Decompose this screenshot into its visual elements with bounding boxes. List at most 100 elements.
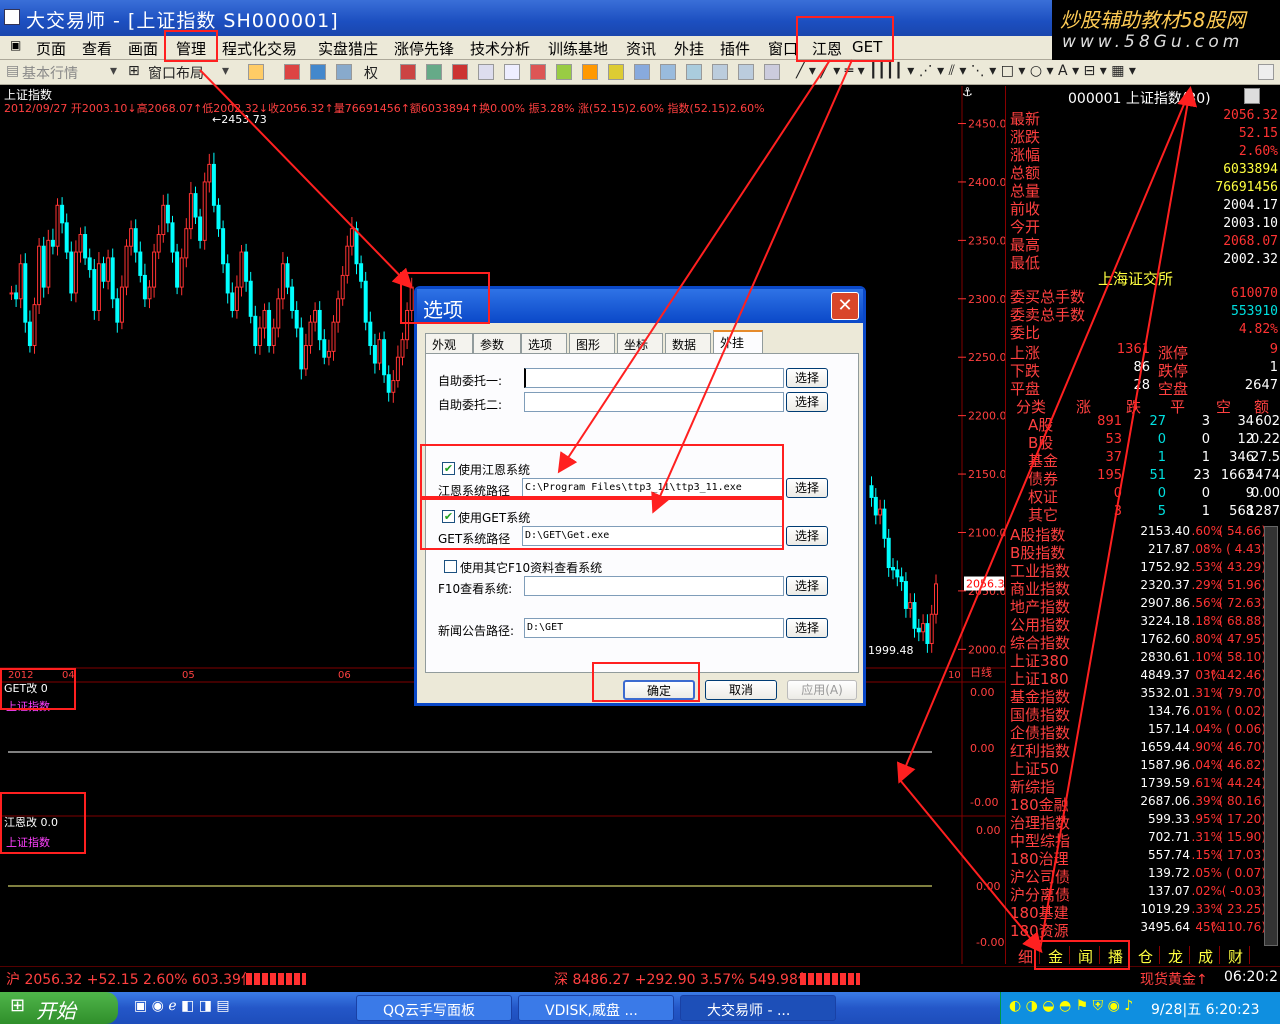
gann-checkbox-label[interactable]: 使用江恩系统 <box>458 461 530 478</box>
index-scrollbar[interactable] <box>1264 526 1278 946</box>
tool-icon-4[interactable] <box>478 64 494 80</box>
task-dajiaoyishi[interactable]: 大交易师 - ... <box>680 995 836 1021</box>
bottom-tab[interactable]: 财 <box>1222 946 1250 966</box>
menu-plugin-ext[interactable]: 外挂 <box>674 38 704 59</box>
line-tool-icon[interactable]: ╱ ▾ ╱ ▾ ═ ▾ ┃┃┃┃ ▾ ⋰ ▾ ⫽ ▾ ⋱ ▾ □ ▾ ○ ▾ A… <box>796 63 1136 79</box>
task-vdisk[interactable]: VDISK,威盘 ... <box>518 995 674 1021</box>
news-path-input[interactable]: D:\GET <box>524 618 784 638</box>
tab-coords[interactable]: 坐标 <box>617 333 663 353</box>
f10-browse-button[interactable]: 选择 <box>786 576 828 596</box>
get-path-input[interactable]: D:\GET\Get.exe <box>522 526 784 546</box>
index-row[interactable]: 中型综指 702.71.31%( 15.90) <box>1010 830 1266 850</box>
index-row[interactable]: 180资源 3495.64 45%( 110.76) <box>1010 920 1266 940</box>
chart-icon[interactable] <box>284 64 300 80</box>
get-checkbox[interactable]: ✔ <box>442 510 455 523</box>
index-row[interactable]: 国债指数 134.76.01%( 0.02) <box>1010 704 1266 724</box>
tool-icon-1[interactable] <box>400 64 416 80</box>
gear-icon[interactable] <box>608 64 624 80</box>
index-row[interactable]: 商业指数 2320.37.29%( 51.96) <box>1010 578 1266 598</box>
chevron-down-icon[interactable]: ▾ <box>110 63 117 79</box>
tool-icon-9[interactable] <box>660 64 676 80</box>
save-icon[interactable] <box>1258 64 1274 80</box>
tool-icon-10[interactable] <box>686 64 702 80</box>
menu-view[interactable]: 查看 <box>82 38 112 59</box>
tray-icons[interactable]: ◐ ◑ ◒ ◓ ⚑ ⛨ ◉ ♪ <box>1009 998 1133 1014</box>
tool-icon-12[interactable] <box>738 64 754 80</box>
tab-options[interactable]: 选项 <box>521 333 567 353</box>
gann-checkbox[interactable]: ✔ <box>442 462 455 475</box>
gold-status[interactable]: 现货黄金↑ <box>1140 969 1208 989</box>
tool-icon-8[interactable] <box>634 64 650 80</box>
tool-icon-6[interactable] <box>530 64 546 80</box>
index-row[interactable]: 沪分离债 137.07.02%( -0.03) <box>1010 884 1266 904</box>
window-icon[interactable] <box>336 64 352 80</box>
index-row[interactable]: 新综指 1739.59.61%( 44.24) <box>1010 776 1266 796</box>
menu-plugins[interactable]: 插件 <box>720 38 750 59</box>
ok-button[interactable]: 确定 <box>623 680 695 700</box>
bottom-tab[interactable]: 金 <box>1042 946 1070 966</box>
get-browse-button[interactable]: 选择 <box>786 526 828 546</box>
menu-screen[interactable]: 画面 <box>128 38 158 59</box>
index-row[interactable]: 公用指数 3224.18.18%( 68.88) <box>1010 614 1266 634</box>
f10-checkbox[interactable] <box>444 560 457 573</box>
menu-tech-analysis[interactable]: 技术分析 <box>470 38 530 59</box>
bottom-tab[interactable]: 播 <box>1102 946 1130 966</box>
bottom-tab[interactable]: 细 <box>1012 946 1040 966</box>
news-browse-button[interactable]: 选择 <box>786 618 828 638</box>
warning-icon[interactable] <box>582 64 598 80</box>
index-row[interactable]: 综合指数 1762.60.80%( 47.95) <box>1010 632 1266 652</box>
tab-params[interactable]: 参数 <box>473 333 521 353</box>
menu-realtime[interactable]: 实盘猎庄 <box>318 38 378 59</box>
bottom-tab[interactable]: 龙 <box>1162 946 1190 966</box>
gann-path-input[interactable]: C:\Program Files\ttp3_11\ttp3_11.exe <box>522 478 784 498</box>
get-checkbox-label[interactable]: 使用GET系统 <box>458 509 530 526</box>
cancel-button[interactable]: 取消 <box>705 680 777 700</box>
auto-trade2-input[interactable] <box>524 392 784 412</box>
bottom-tab[interactable]: 仓 <box>1132 946 1160 966</box>
layout-dropdown[interactable]: 窗口布局 <box>148 63 204 83</box>
open-folder-icon[interactable] <box>248 64 264 80</box>
f10-input[interactable] <box>524 576 784 596</box>
index-row[interactable]: 180治理 557.74.15%( 17.03) <box>1010 848 1266 868</box>
task-qq-handwriting[interactable]: QQ云手写面板 <box>356 995 512 1021</box>
index-row[interactable]: 180金融 2687.06.39%( 80.16) <box>1010 794 1266 814</box>
index-row[interactable]: 工业指数 1752.92.53%( 43.29) <box>1010 560 1266 580</box>
tab-plugins[interactable]: 外挂 <box>713 330 763 354</box>
index-row[interactable]: 上证380 2830.61.10%( 58.10) <box>1010 650 1266 670</box>
index-row[interactable]: A股指数 2153.40.60%( 54.66) <box>1010 524 1266 544</box>
quicklaunch-icons[interactable]: ▣ ◉ ℯ ◧ ◨ ▤ <box>134 998 230 1014</box>
crosshair-icon[interactable] <box>310 64 326 80</box>
auto-trade1-input[interactable] <box>524 368 784 388</box>
index-row[interactable]: B股指数 217.87.08%( 4.43) <box>1010 542 1266 562</box>
index-row[interactable]: 治理指数 599.33.95%( 17.20) <box>1010 812 1266 832</box>
menu-get[interactable]: GET <box>852 38 882 56</box>
index-row[interactable]: 地产指数 2907.86.56%( 72.63) <box>1010 596 1266 616</box>
tool-icon-7[interactable] <box>556 64 572 80</box>
menu-program-trade[interactable]: 程式化交易 <box>222 38 297 59</box>
auto-trade2-browse-button[interactable]: 选择 <box>786 392 828 412</box>
index-row[interactable]: 180基建 1019.29.33%( 23.25) <box>1010 902 1266 922</box>
start-button[interactable]: ⊞ 开始 <box>0 992 118 1024</box>
index-row[interactable]: 上证180 4849.37 03%( 142.46) <box>1010 668 1266 688</box>
auto-trade1-browse-button[interactable]: 选择 <box>786 368 828 388</box>
tool-icon-11[interactable] <box>712 64 728 80</box>
f10-checkbox-label[interactable]: 使用其它F10资料查看系统 <box>460 559 602 576</box>
tab-appearance[interactable]: 外观 <box>425 333 473 353</box>
tool-icon-2[interactable] <box>426 64 442 80</box>
chevron-down-icon[interactable]: ▾ <box>222 63 229 79</box>
tab-data[interactable]: 数据 <box>665 333 711 353</box>
tab-graphics[interactable]: 图形 <box>569 333 615 353</box>
bottom-tab[interactable]: 成 <box>1192 946 1220 966</box>
rights-button[interactable]: 权 <box>364 63 378 83</box>
panel-toggle-icon[interactable] <box>1244 88 1260 104</box>
tool-icon-5[interactable] <box>504 64 520 80</box>
market-dropdown[interactable]: 基本行情 <box>22 63 78 83</box>
menu-info[interactable]: 资讯 <box>626 38 656 59</box>
menu-manage[interactable]: 管理 <box>176 38 206 59</box>
menu-limitup[interactable]: 涨停先锋 <box>394 38 454 59</box>
menu-training[interactable]: 训练基地 <box>548 38 608 59</box>
tool-icon-3[interactable] <box>452 64 468 80</box>
index-row[interactable]: 沪公司债 139.72.05%( 0.07) <box>1010 866 1266 886</box>
index-row[interactable]: 红利指数 1659.44.90%( 46.70) <box>1010 740 1266 760</box>
gann-browse-button[interactable]: 选择 <box>786 478 828 498</box>
